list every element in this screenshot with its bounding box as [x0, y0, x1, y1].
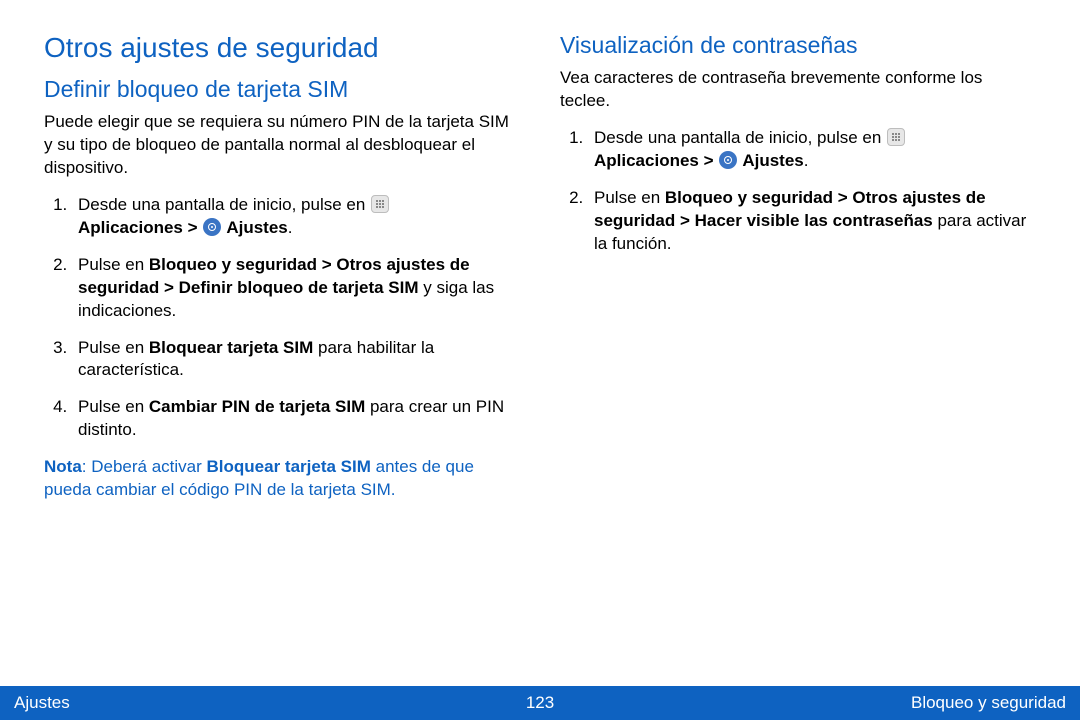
left-column: Otros ajustes de seguridad Definir bloqu…	[44, 32, 520, 516]
gear-icon	[719, 151, 737, 169]
sim-note: Nota: Deberá activar Bloquear tarjeta SI…	[44, 456, 520, 502]
note-text: : Deberá activar	[82, 457, 207, 476]
sim-step-2: Pulse en Bloqueo y seguridad > Otros aju…	[72, 254, 520, 323]
footer-left: Ajustes	[14, 693, 70, 713]
note-bold: Bloquear tarjeta SIM	[207, 457, 371, 476]
sim-step-1: Desde una pantalla de inicio, pulse en A…	[72, 194, 520, 240]
step-bold-settings: Ajustes	[738, 151, 804, 170]
step-bold-change-pin: Cambiar PIN de tarjeta SIM	[149, 397, 365, 416]
subsection-heading-passwords: Visualización de contraseñas	[560, 32, 1036, 59]
apps-icon	[371, 195, 389, 213]
step-text: .	[288, 218, 293, 237]
step-text: Pulse en	[78, 255, 149, 274]
step-text: Pulse en	[594, 188, 665, 207]
step-bold-apps: Aplicaciones >	[78, 218, 202, 237]
content-columns: Otros ajustes de seguridad Definir bloqu…	[0, 0, 1080, 516]
right-column: Visualización de contraseñas Vea caracte…	[560, 32, 1036, 516]
step-bold-apps: Aplicaciones >	[594, 151, 718, 170]
note-label: Nota	[44, 457, 82, 476]
step-text: .	[804, 151, 809, 170]
step-bold-settings: Ajustes	[222, 218, 288, 237]
step-bold-lock-sim: Bloquear tarjeta SIM	[149, 338, 313, 357]
section-heading: Otros ajustes de seguridad	[44, 32, 520, 64]
subsection-heading-sim: Definir bloqueo de tarjeta SIM	[44, 76, 520, 103]
step-text: Pulse en	[78, 397, 149, 416]
step-text: Desde una pantalla de inicio, pulse en	[78, 195, 370, 214]
footer-right: Bloqueo y seguridad	[911, 693, 1066, 713]
passwords-intro-paragraph: Vea caracteres de contraseña brevemente …	[560, 67, 1036, 113]
apps-icon	[887, 128, 905, 146]
page-footer: Ajustes 123 Bloqueo y seguridad	[0, 686, 1080, 720]
step-text: Desde una pantalla de inicio, pulse en	[594, 128, 886, 147]
gear-icon	[203, 218, 221, 236]
passwords-step-1: Desde una pantalla de inicio, pulse en A…	[588, 127, 1036, 173]
sim-step-3: Pulse en Bloquear tarjeta SIM para habil…	[72, 337, 520, 383]
step-text: Pulse en	[78, 338, 149, 357]
manual-page: Otros ajustes de seguridad Definir bloqu…	[0, 0, 1080, 720]
sim-steps-list: Desde una pantalla de inicio, pulse en A…	[44, 194, 520, 442]
sim-intro-paragraph: Puede elegir que se requiera su número P…	[44, 111, 520, 180]
passwords-step-2: Pulse en Bloqueo y seguridad > Otros aju…	[588, 187, 1036, 256]
footer-page-number: 123	[526, 693, 554, 713]
passwords-steps-list: Desde una pantalla de inicio, pulse en A…	[560, 127, 1036, 256]
sim-step-4: Pulse en Cambiar PIN de tarjeta SIM para…	[72, 396, 520, 442]
